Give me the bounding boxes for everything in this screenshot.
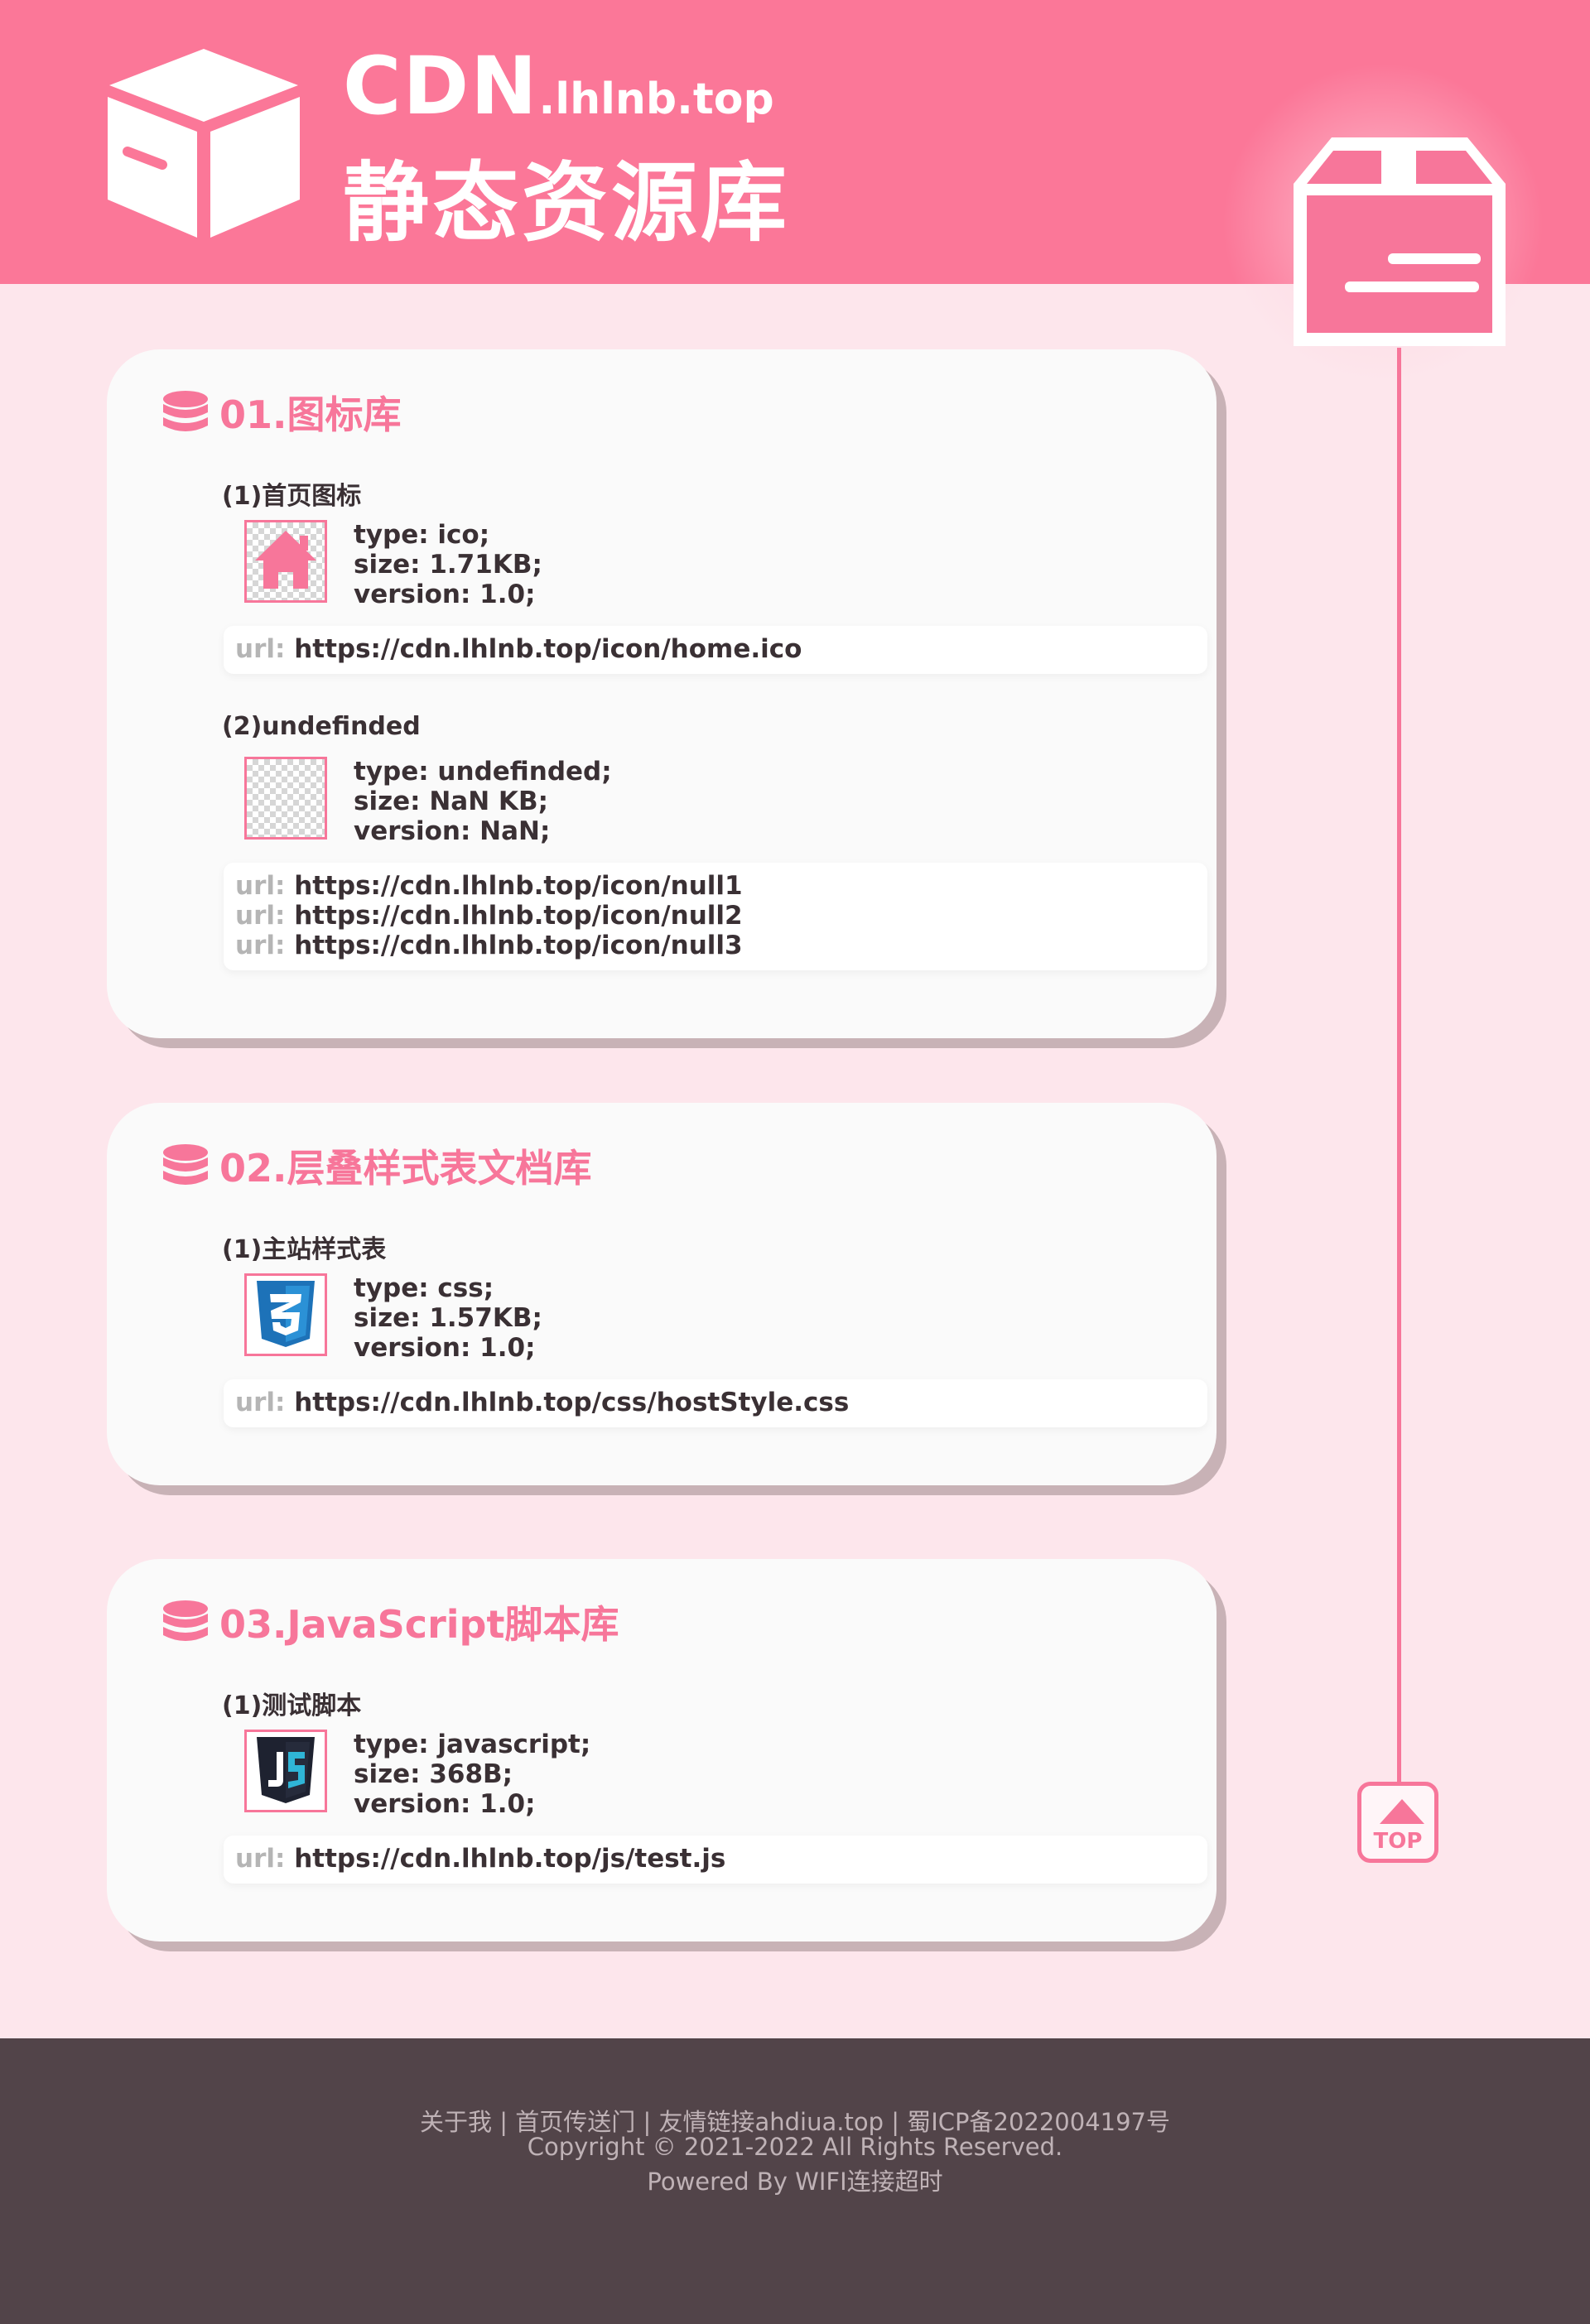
footer-link-icp[interactable]: 蜀ICP备2022004197号 (907, 2108, 1170, 2136)
file-meta: type: ico; size: 1.71KB; version: 1.0; (354, 520, 542, 609)
file-type: type: undefinded; (354, 757, 612, 787)
css3-icon (257, 1281, 315, 1347)
url-value: https://cdn.lhlnb.top/icon/null2 (294, 901, 743, 931)
url-link[interactable]: url: https://cdn.lhlnb.top/icon/null1 (235, 871, 743, 901)
file-size: size: 1.57KB; (354, 1303, 542, 1333)
file-version: version: 1.0; (354, 1333, 536, 1363)
file-meta: type: undefinded; size: NaN KB; version:… (354, 757, 612, 846)
url-link[interactable]: url: https://cdn.lhlnb.top/icon/home.ico (235, 634, 802, 664)
back-to-top-label: TOP (1373, 1829, 1423, 1854)
section-title-text: 01.图标库 (219, 392, 402, 437)
arrow-up-icon (1380, 1799, 1424, 1824)
url-key: url: (235, 931, 286, 960)
file-meta: type: javascript; size: 368B; version: 1… (354, 1730, 590, 1819)
file-size: size: 368B; (354, 1759, 513, 1789)
file-type: type: css; (354, 1273, 494, 1303)
database-icon (163, 391, 208, 431)
js-icon (257, 1737, 315, 1803)
file-thumbnail (244, 1730, 327, 1812)
section-title-text: 02.层叠样式表文档库 (219, 1146, 592, 1191)
file-thumbnail (244, 1273, 327, 1356)
item-title: (1)测试脚本 (222, 1691, 362, 1720)
file-meta: type: css; size: 1.57KB; version: 1.0; (354, 1273, 542, 1363)
file-thumbnail (244, 520, 327, 603)
file-type: type: ico; (354, 520, 490, 550)
item-title: (1)主站样式表 (222, 1235, 387, 1264)
file-size: size: NaN KB; (354, 787, 548, 816)
url-value: https://cdn.lhlnb.top/icon/null3 (294, 931, 743, 960)
footer-separator: | (492, 2108, 516, 2136)
database-icon (163, 1144, 208, 1185)
section-card-css: 02.层叠样式表文档库 (1)主站样式表 type: css; size: 1.… (107, 1103, 1217, 1485)
section-title-text: 03.JavaScript脚本库 (219, 1602, 619, 1647)
section-card-js: 03.JavaScript脚本库 (1)测试脚本 type: javascrip… (107, 1559, 1217, 1941)
url-key: url: (235, 1388, 286, 1417)
url-link[interactable]: url: https://cdn.lhlnb.top/icon/null2 (235, 901, 743, 931)
url-value: https://cdn.lhlnb.top/icon/null1 (294, 871, 743, 901)
url-link[interactable]: url: https://cdn.lhlnb.top/js/test.js (235, 1844, 725, 1874)
file-version: version: NaN; (354, 816, 551, 846)
database-icon (163, 1600, 208, 1641)
url-key: url: (235, 901, 286, 931)
url-value: https://cdn.lhlnb.top/icon/home.ico (294, 634, 802, 664)
footer-copyright: Copyright © 2021-2022 All Rights Reserve… (527, 2133, 1063, 2161)
page-subtitle: 静态资源库 (343, 152, 791, 253)
footer-separator: | (883, 2108, 908, 2136)
home-icon (255, 531, 316, 589)
footer: 关于我 | 首页传送门 | 友情链接ahdiua.top | 蜀ICP备2022… (0, 2038, 1590, 2324)
section-card-icons: 01.图标库 (1)首页图标 type: ico; size: 1.71KB; … (107, 349, 1217, 1038)
footer-link-home[interactable]: 首页传送门 (515, 2108, 635, 2136)
file-type: type: javascript; (354, 1730, 591, 1759)
box-logo-icon (108, 49, 300, 238)
file-version: version: 1.0; (354, 1789, 536, 1819)
file-thumbnail (244, 757, 327, 840)
footer-separator: | (635, 2108, 659, 2136)
footer-powered: Powered By WIFI连接超时 (647, 2168, 943, 2196)
url-key: url: (235, 871, 286, 901)
brand-title: CDN.lhlnb.top (343, 40, 774, 132)
section-title: 01.图标库 (161, 387, 402, 437)
footer-link-friends[interactable]: 友情链接ahdiua.top (658, 2108, 884, 2136)
url-link[interactable]: url: https://cdn.lhlnb.top/icon/null3 (235, 931, 743, 960)
back-to-top-button[interactable]: TOP (1357, 1782, 1438, 1863)
item-title: (1)首页图标 (222, 482, 362, 511)
brand-name: CDN (343, 40, 539, 132)
brand-domain: .lhlnb.top (538, 75, 774, 124)
hanging-rope (1397, 348, 1401, 1787)
url-value: https://cdn.lhlnb.top/js/test.js (294, 1844, 726, 1874)
url-key: url: (235, 634, 286, 664)
footer-link-about[interactable]: 关于我 (420, 2108, 492, 2136)
hanging-box-icon (1294, 137, 1506, 346)
url-link[interactable]: url: https://cdn.lhlnb.top/css/hostStyle… (235, 1388, 849, 1417)
section-title: 03.JavaScript脚本库 (161, 1597, 619, 1647)
file-size: size: 1.71KB; (354, 550, 542, 580)
section-title: 02.层叠样式表文档库 (161, 1141, 592, 1191)
url-key: url: (235, 1844, 286, 1874)
item-title: (2)undefinded (222, 712, 421, 741)
file-version: version: 1.0; (354, 580, 536, 609)
url-value: https://cdn.lhlnb.top/css/hostStyle.css (294, 1388, 850, 1417)
